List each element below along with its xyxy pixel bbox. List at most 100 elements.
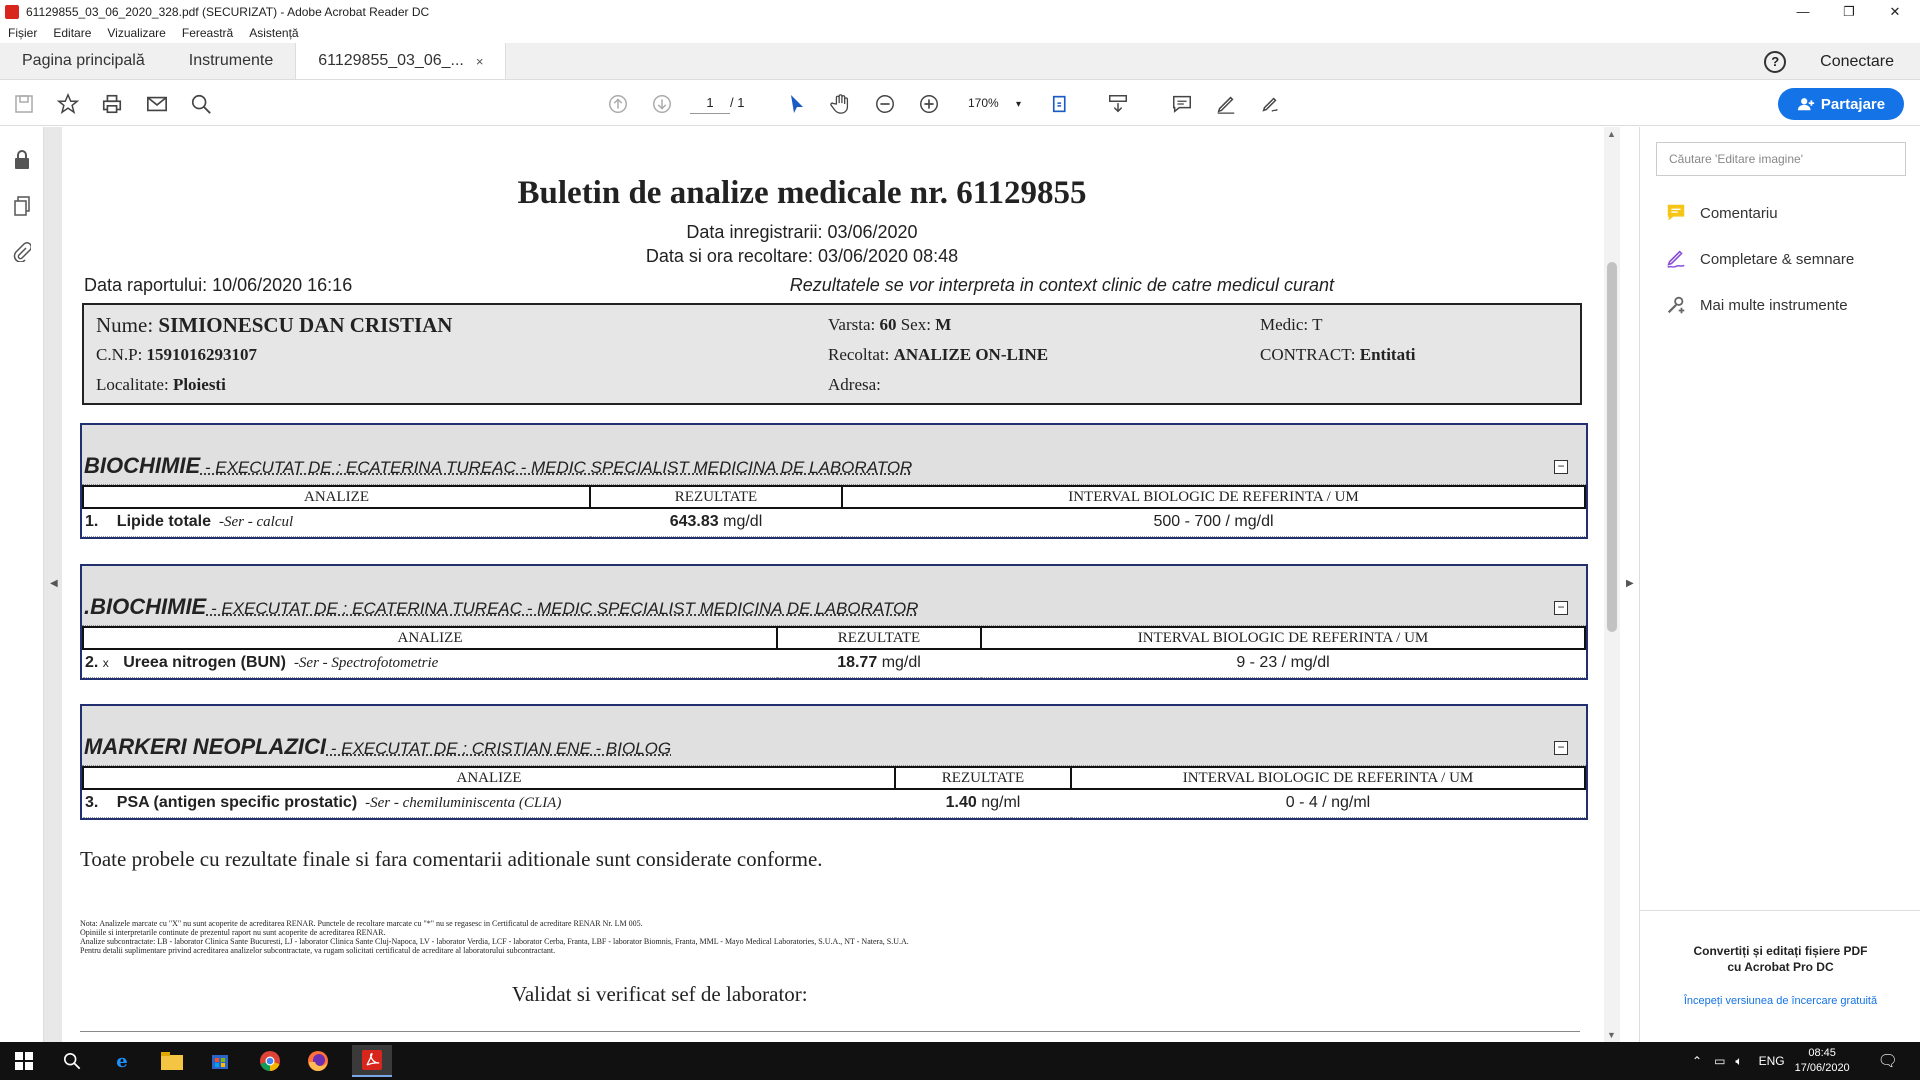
col-interval: INTERVAL BIOLOGIC DE REFERINTA / UM (980, 626, 1586, 650)
tray-chevron-icon[interactable]: ⌃ (1692, 1054, 1702, 1068)
pen-icon[interactable] (1214, 92, 1238, 116)
chrome-icon[interactable] (258, 1049, 282, 1073)
scroll-down-icon[interactable]: ▼ (1607, 1030, 1616, 1040)
file-explorer-icon[interactable] (160, 1049, 184, 1073)
comment-icon[interactable] (1170, 92, 1194, 116)
minimize-button[interactable]: — (1780, 0, 1826, 23)
left-rail (0, 127, 44, 1042)
collected-value: ANALIZE ON-LINE (893, 345, 1049, 364)
signin-link[interactable]: Conectare (1820, 53, 1894, 71)
taskbar-search-icon[interactable] (60, 1049, 84, 1073)
zoom-out-icon[interactable] (873, 92, 897, 116)
scrollbar-thumb[interactable] (1607, 262, 1617, 632)
network-icon[interactable]: ▭ (1714, 1054, 1725, 1068)
results-table: ANALIZE REZULTATE INTERVAL BIOLOGIC DE R… (82, 485, 1586, 537)
col-result: REZULTATE (776, 626, 982, 650)
volume-icon[interactable]: 🔈︎ (1735, 1054, 1742, 1069)
tool-comment-label: Comentariu (1700, 204, 1778, 222)
tab-document[interactable]: 61129855_03_06_... × (295, 43, 507, 79)
share-button[interactable]: Partajare (1778, 88, 1904, 120)
edge-browser-icon[interactable]: e (110, 1049, 134, 1073)
table-row: 3. PSA (antigen specific prostatic) -Ser … (83, 789, 1585, 818)
collapse-section-icon[interactable]: − (1554, 741, 1568, 755)
search-icon[interactable] (189, 92, 213, 116)
result-cell: 1.40 ng/ml (895, 789, 1071, 818)
sign-icon[interactable] (1258, 92, 1282, 116)
collected-label: Recoltat: (828, 345, 890, 364)
section-title: .BIOCHIMIE - EXECUTAT DE : ECATERINA TUR… (84, 594, 918, 620)
document-title: Buletin de analize medicale nr. 61129855 (517, 175, 1087, 211)
col-result: REZULTATE (589, 485, 843, 509)
row-number: 2. (85, 654, 99, 672)
patient-collected: Recoltat: ANALIZE ON-LINE (828, 345, 1048, 365)
zoom-select[interactable]: 170% ▾ (960, 92, 1028, 114)
zoom-in-icon[interactable] (917, 92, 941, 116)
tool-comment[interactable]: Comentariu (1664, 201, 1778, 225)
patient-name: Nume: SIMIONESCU DAN CRISTIAN (96, 313, 452, 338)
page-number-input[interactable]: 1 (690, 92, 730, 114)
clock[interactable]: 08:45 17/06/2020 (1795, 1046, 1850, 1076)
menu-view[interactable]: Vizualizare (107, 26, 165, 40)
attachment-icon[interactable] (11, 241, 33, 263)
previous-page-icon[interactable] (606, 92, 630, 116)
tab-document-label: 61129855_03_06_... (318, 52, 464, 69)
acrobat-taskbar-icon[interactable] (352, 1045, 392, 1077)
signature-line (80, 1031, 1580, 1032)
firefox-icon[interactable] (306, 1049, 330, 1073)
result-cell: 18.77 mg/dl (777, 649, 981, 678)
free-trial-link[interactable]: Începeți versiunea de încercare gratuită (1640, 995, 1920, 1007)
hand-tool-icon[interactable] (829, 92, 853, 116)
scroll-mode-icon[interactable] (1106, 92, 1130, 116)
age-value: 60 (879, 315, 897, 334)
windows-start-icon[interactable] (12, 1049, 36, 1073)
save-icon[interactable] (12, 92, 36, 116)
collapse-section-icon[interactable]: − (1554, 460, 1568, 474)
col-analysis: ANALIZE (82, 766, 896, 790)
result-cell: 643.83 mg/dl (590, 508, 842, 537)
collapse-right-icon[interactable]: ▶ (1626, 578, 1634, 589)
section-name: MARKERI NEOPLAZICI (84, 734, 326, 759)
print-icon[interactable] (100, 92, 124, 116)
next-page-icon[interactable] (650, 92, 674, 116)
row-number: 1. (85, 513, 99, 531)
analysis-cell: 1. Lipide totale -Ser - calcul (83, 508, 590, 537)
tools-search-input[interactable]: Căutare 'Editare imagine' (1656, 142, 1906, 176)
name-value: SIMIONESCU DAN CRISTIAN (158, 313, 453, 337)
fill-sign-icon (1664, 247, 1688, 271)
pages-icon[interactable] (11, 195, 33, 217)
tab-tools[interactable]: Instrumente (167, 43, 295, 79)
fit-page-icon[interactable] (1050, 92, 1074, 116)
mail-icon[interactable] (145, 92, 169, 116)
collapse-left-icon[interactable]: ◀ (50, 578, 58, 589)
footnote-line: Analize subcontractate: LB - laborator C… (80, 937, 909, 946)
menu-help[interactable]: Asistență (249, 26, 298, 40)
tool-fill-sign[interactable]: Completare & semnare (1664, 247, 1854, 271)
restore-button[interactable]: ❐ (1826, 0, 1872, 23)
menu-edit[interactable]: Editare (53, 26, 91, 40)
cnp-value: 1591016293107 (146, 345, 258, 364)
vertical-scrollbar[interactable]: ▲ ▼ (1604, 127, 1620, 1042)
select-tool-icon[interactable] (785, 92, 809, 116)
menu-file[interactable]: Fișier (8, 26, 37, 40)
notifications-icon[interactable]: 🗨︎ (1878, 1051, 1898, 1071)
upgrade-promo: Convertiți și editați fișiere PDF cu Acr… (1640, 943, 1920, 1007)
star-icon[interactable] (56, 92, 80, 116)
table-header-row: ANALIZE REZULTATE INTERVAL BIOLOGIC DE R… (82, 626, 1586, 650)
menu-window[interactable]: Fereastră (182, 26, 233, 40)
language-indicator[interactable]: ENG (1759, 1054, 1785, 1068)
lock-icon[interactable] (11, 149, 33, 171)
tab-home[interactable]: Pagina principală (0, 43, 167, 79)
table-row: 2. x Ureea nitrogen (BUN) -Ser - Spectrof… (83, 649, 1585, 678)
zoom-value: 170% (968, 96, 999, 110)
close-window-button[interactable]: ✕ (1872, 0, 1918, 23)
scroll-up-icon[interactable]: ▲ (1607, 129, 1616, 139)
help-icon[interactable]: ? (1764, 50, 1787, 73)
section-title: BIOCHIMIE - EXECUTAT DE : ECATERINA TURE… (84, 453, 912, 479)
validation-label: Validat si verificat sef de laborator: (512, 982, 808, 1006)
add-user-icon (1797, 98, 1814, 111)
close-tab-icon[interactable]: × (476, 54, 484, 69)
tool-more[interactable]: Mai multe instrumente (1664, 293, 1848, 317)
collapse-section-icon[interactable]: − (1554, 601, 1568, 615)
store-app-icon[interactable] (208, 1049, 232, 1073)
promo-line-1: Convertiți și editați fișiere PDF (1693, 944, 1868, 958)
